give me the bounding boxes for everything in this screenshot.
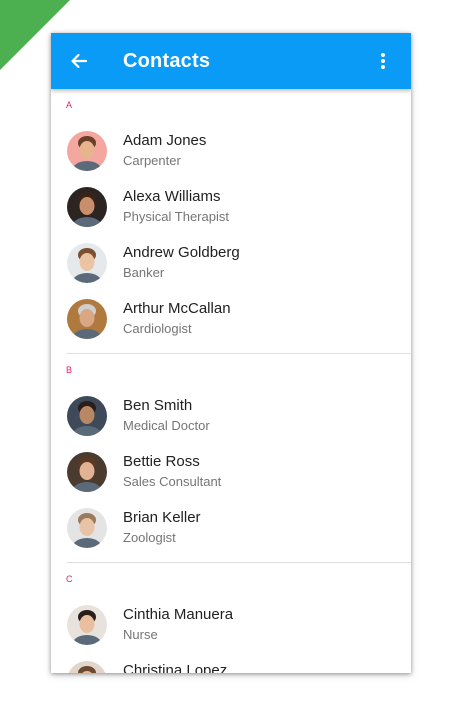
contact-role: Nurse: [123, 627, 158, 642]
contact-name: Arthur McCallan: [123, 300, 231, 317]
contact-name: Adam Jones: [123, 132, 207, 149]
section-header: B: [51, 354, 411, 388]
page-title: Contacts: [123, 50, 211, 72]
contact-item[interactable]: Andrew Goldberg Banker: [51, 235, 411, 291]
contact-role: Banker: [123, 265, 165, 280]
contact-role: Zoologist: [123, 530, 176, 545]
avatar: [67, 131, 107, 171]
contact-role: Physical Therapist: [123, 209, 229, 224]
back-button[interactable]: [63, 45, 95, 77]
contact-role: Carpenter: [123, 153, 181, 168]
avatar: [67, 396, 107, 436]
contact-item[interactable]: Adam Jones Carpenter: [51, 123, 411, 179]
contact-item[interactable]: Bettie Ross Sales Consultant: [51, 444, 411, 500]
contact-item[interactable]: Alexa Williams Physical Therapist: [51, 179, 411, 235]
avatar: [67, 605, 107, 645]
contact-item[interactable]: Arthur McCallan Cardiologist: [51, 291, 411, 347]
contact-name: Christina Lopez: [123, 662, 228, 673]
contact-item[interactable]: Ben Smith Medical Doctor: [51, 388, 411, 444]
avatar: [67, 299, 107, 339]
contact-item[interactable]: Christina Lopez: [51, 653, 411, 673]
arrow-left-icon: [71, 53, 88, 69]
avatar: [67, 243, 107, 283]
avatar: [67, 508, 107, 548]
section-letter: A: [66, 100, 73, 110]
contact-name: Cinthia Manuera: [123, 606, 234, 623]
avatar: [67, 452, 107, 492]
contact-name: Ben Smith: [123, 397, 193, 414]
contact-role: Medical Doctor: [123, 418, 210, 433]
contact-name: Bettie Ross: [123, 453, 200, 470]
contact-list: A Adam Jones Carpenter Alexa Williams Physic…: [51, 89, 411, 673]
contact-role: Sales Consultant: [123, 474, 222, 489]
avatar: [67, 187, 107, 227]
section-letter: C: [66, 574, 73, 584]
section-header: A: [51, 89, 411, 123]
contact-role: Cardiologist: [123, 321, 192, 336]
phone-frame: Contacts A Adam Jones Carpenter Alexa Willi…: [51, 33, 411, 673]
section-header: C: [51, 563, 411, 597]
contact-name: Alexa Williams: [123, 188, 221, 205]
contact-item[interactable]: Brian Keller Zoologist: [51, 500, 411, 556]
section-letter: B: [66, 365, 73, 375]
contact-item[interactable]: Cinthia Manuera Nurse: [51, 597, 411, 653]
app-bar: Contacts: [51, 33, 411, 89]
contact-name: Brian Keller: [123, 509, 201, 526]
more-button[interactable]: [369, 47, 397, 75]
avatar: [67, 661, 107, 673]
contact-name: Andrew Goldberg: [123, 244, 240, 261]
